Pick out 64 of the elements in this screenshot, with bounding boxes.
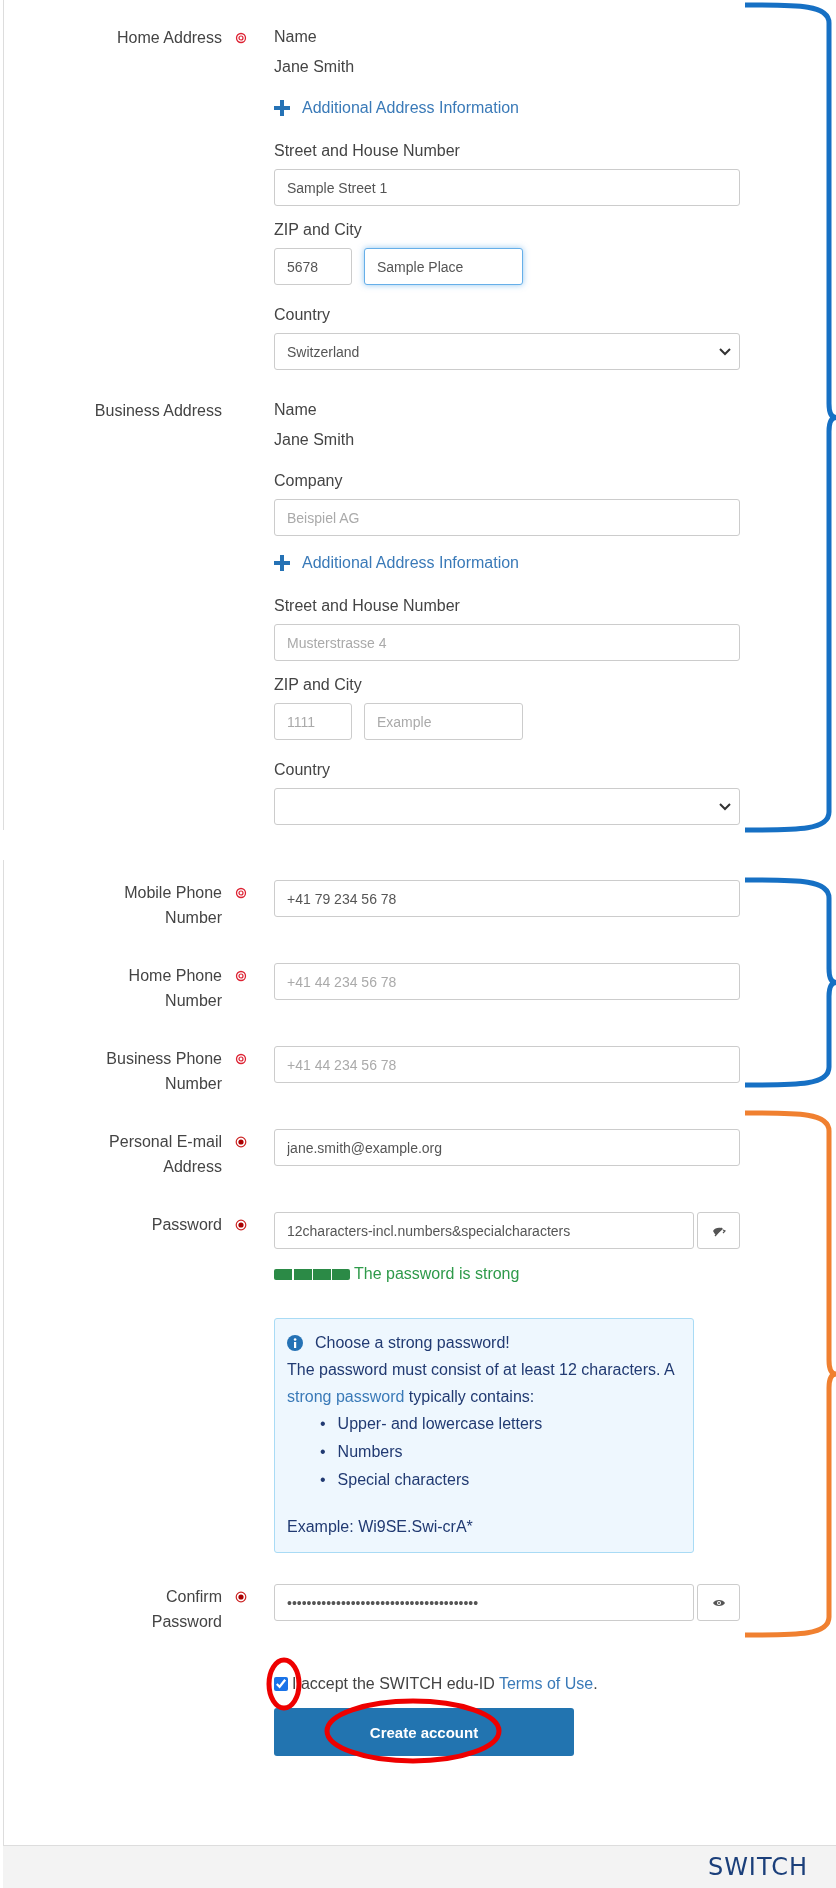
field-label: Street and House Number xyxy=(274,141,460,161)
hint-title: Choose a strong password! xyxy=(315,1333,510,1353)
name-value: Jane Smith xyxy=(274,430,355,450)
bullet-mark: • xyxy=(320,1414,326,1434)
hide-password-button[interactable] xyxy=(697,1212,740,1249)
required-marker-icon xyxy=(235,32,247,44)
add-info-link[interactable]: Additional Address Information xyxy=(274,551,519,575)
password-field[interactable]: 12characters-incl.numbers&specialcharacters xyxy=(274,1212,694,1249)
field-label: Street and House Number xyxy=(274,596,460,616)
section-label: Home Address xyxy=(117,28,222,48)
plus-icon xyxy=(274,100,290,116)
terms-checkbox[interactable] xyxy=(274,1677,288,1691)
switch-logo: SWITCH xyxy=(707,1853,808,1881)
show-password-button[interactable] xyxy=(697,1584,740,1621)
create-account-button[interactable]: Create account xyxy=(274,1708,574,1756)
hint-bullet: Special characters xyxy=(337,1470,470,1490)
field-label: ZIP and City xyxy=(274,675,362,695)
field-label: Mobile Phone Number xyxy=(123,883,222,928)
field-label: Company xyxy=(274,471,343,491)
add-info-link[interactable]: Additional Address Information xyxy=(274,96,519,120)
hint-example: Example: Wi9SE.Swi-crA* xyxy=(287,1517,474,1537)
field-label: Confirm Password xyxy=(150,1587,222,1632)
password-field[interactable]: ••••••••••••••••••••••••••••••••••••••• xyxy=(274,1584,694,1621)
street-field[interactable]: Sample Street 1 xyxy=(274,169,740,206)
zip-field[interactable]: 1111 xyxy=(274,703,352,740)
required-marker-icon xyxy=(235,1591,247,1603)
hint-link[interactable]: strong password xyxy=(287,1388,405,1405)
phone-field[interactable]: +41 44 234 56 78 xyxy=(274,1046,740,1083)
strength-text: The password is strong xyxy=(354,1264,520,1284)
email-field[interactable]: jane.smith@example.org xyxy=(274,1129,740,1166)
country-select[interactable]: Switzerland xyxy=(274,333,740,370)
hint-text: The password must consist of at least 12 characters. A strong password typically contains: xyxy=(287,1360,676,1407)
field-label: Business Phone Number xyxy=(105,1049,222,1094)
phone-field[interactable]: +41 79 234 56 78 xyxy=(274,880,740,917)
required-marker-icon xyxy=(235,887,247,899)
street-field[interactable]: Musterstrasse 4 xyxy=(274,624,740,661)
field-label: Password xyxy=(151,1215,222,1235)
field-label: Name xyxy=(274,27,317,47)
field-label: Country xyxy=(274,760,331,780)
phone-field[interactable]: +41 44 234 56 78 xyxy=(274,963,740,1000)
terms-text: I accept the SWITCH edu-ID Terms of Use. xyxy=(292,1674,598,1694)
bullet-mark: • xyxy=(320,1442,326,1462)
required-marker-icon xyxy=(235,1053,247,1065)
hint-bullet: Numbers xyxy=(337,1442,403,1462)
info-icon xyxy=(287,1334,303,1351)
terms-link[interactable]: Terms of Use xyxy=(498,1675,594,1692)
required-marker-icon xyxy=(235,1219,247,1231)
required-marker-icon xyxy=(235,970,247,982)
field-label: Name xyxy=(274,400,317,420)
field-label: Personal E-mail Address xyxy=(108,1132,222,1177)
bullet-mark: • xyxy=(320,1470,326,1490)
name-value: Jane Smith xyxy=(274,57,355,77)
highlight-circle xyxy=(266,1657,302,1711)
section-label: Business Address xyxy=(94,401,222,421)
field-label: ZIP and City xyxy=(274,220,362,240)
city-field[interactable]: Sample Place xyxy=(364,248,523,285)
zip-field[interactable]: 5678 xyxy=(274,248,352,285)
city-field[interactable]: Example xyxy=(364,703,523,740)
field-label: Home Phone Number xyxy=(127,966,222,1011)
plus-icon xyxy=(274,555,290,571)
required-marker-icon xyxy=(235,1136,247,1148)
field-label: Country xyxy=(274,305,331,325)
company-field[interactable]: Beispiel AG xyxy=(274,499,740,536)
hint-bullet: Upper- and lowercase letters xyxy=(337,1414,543,1434)
